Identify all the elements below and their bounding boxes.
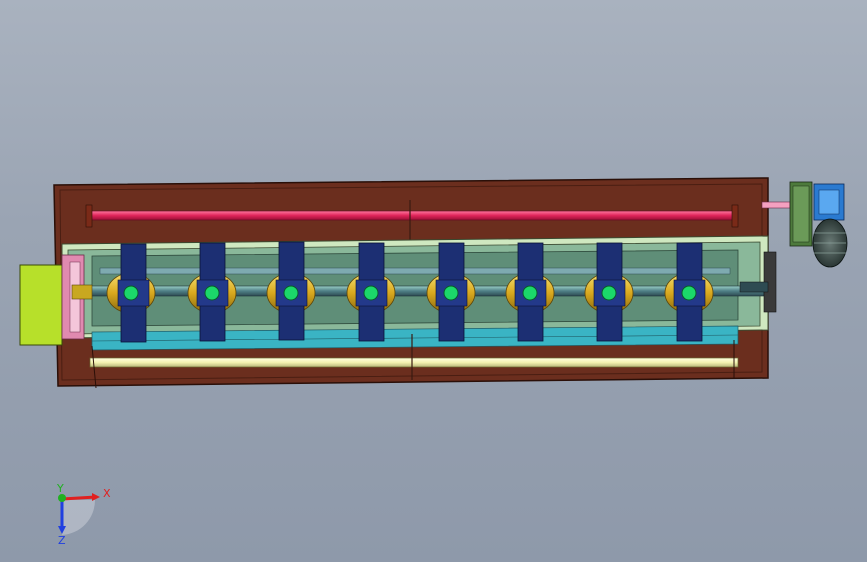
- model-viewport[interactable]: X Y Z: [0, 0, 867, 562]
- z-axis-label: Z: [58, 534, 66, 547]
- x-axis-arrow: [61, 495, 97, 501]
- left-end-block[interactable]: [19, 254, 93, 346]
- y-axis-dot: [58, 494, 66, 502]
- axis-triad[interactable]: X Y Z: [56, 482, 111, 547]
- y-axis-label: Y: [56, 482, 64, 495]
- triad-backdrop: [62, 500, 96, 535]
- x-axis-label: X: [103, 487, 111, 500]
